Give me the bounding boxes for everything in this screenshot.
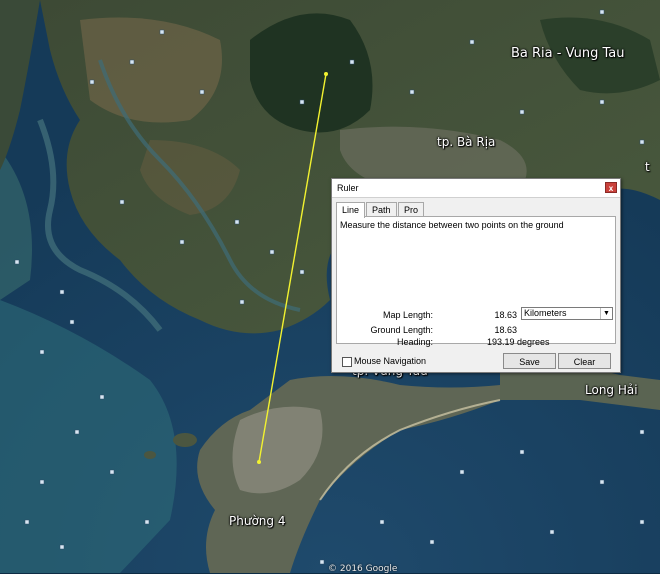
mouse-navigation-checkbox[interactable] [342, 357, 352, 367]
ground-length-value: 18.63 [494, 325, 517, 335]
mouse-navigation-label[interactable]: Mouse Navigation [354, 356, 426, 366]
place-label-ba-ria-vung-tau[interactable]: Ba Ria - Vung Tau [511, 46, 624, 61]
farmland [80, 17, 222, 123]
ruler-description: Measure the distance between two points … [340, 220, 564, 230]
clear-button[interactable]: Clear [558, 353, 611, 369]
measure-end-point[interactable] [257, 460, 261, 464]
save-button[interactable]: Save [503, 353, 556, 369]
chevron-down-icon[interactable]: ▼ [600, 308, 612, 319]
place-label-tp-ba-ria[interactable]: tp. Bà Rịa [437, 135, 495, 149]
place-label-long-hai[interactable]: Long Hải [585, 383, 638, 397]
map-length-value: 18.63 [494, 310, 517, 320]
tab-path[interactable]: Path [366, 202, 397, 217]
tab-line[interactable]: Line [336, 202, 366, 218]
ground-length-label: Ground Length: [370, 325, 433, 335]
place-label-phuong-4[interactable]: Phường 4 [229, 514, 285, 528]
unit-select-value: Kilometers [524, 308, 567, 318]
place-label-partial[interactable]: t [645, 160, 650, 174]
island [144, 451, 156, 459]
ruler-titlebar[interactable]: Ruler x [332, 179, 620, 198]
island [173, 433, 197, 447]
line-tab-panel: Measure the distance between two points … [336, 216, 616, 347]
measure-start-point[interactable] [324, 72, 328, 76]
map-length-label: Map Length: [382, 310, 433, 320]
tab-pro[interactable]: Pro [398, 202, 425, 217]
unit-select[interactable]: Kilometers ▼ [521, 307, 613, 320]
heading-value: 193.19 degrees [487, 337, 550, 347]
ruler-dialog: Ruler x Line Path Pro Measure the distan… [331, 178, 621, 373]
heading-label: Heading: [396, 337, 433, 347]
close-button[interactable]: x [605, 182, 617, 193]
ruler-title: Ruler [337, 183, 359, 193]
